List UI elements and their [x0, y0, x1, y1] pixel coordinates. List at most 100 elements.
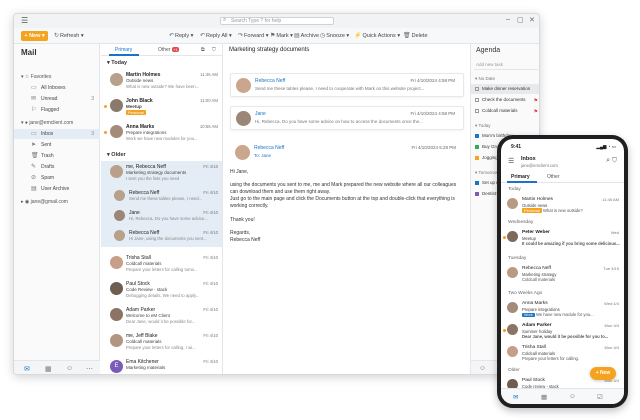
event-color-marker	[475, 192, 479, 196]
category-tag: Personal	[522, 208, 542, 213]
avatar	[507, 346, 518, 357]
thread-message-collapsed[interactable]: Jane Fri 4/10/2024 4:58 PM Hi, Rebecca, …	[230, 106, 464, 130]
task-checkbox[interactable]	[475, 87, 479, 91]
message-row[interactable]: Paul Stock Code Review - stack Debugging…	[101, 278, 222, 304]
hamburger-menu-icon[interactable]: ☰	[21, 16, 28, 25]
agenda-group-today: ▾ Today	[475, 123, 491, 128]
status-time: 9:41	[511, 144, 522, 150]
message-row[interactable]: Jane Hi, Rebecca, Do you have some advic…	[101, 207, 222, 227]
message-row[interactable]: E Ema Kitchener Marketing materials Fri …	[101, 356, 222, 374]
conversation-icon[interactable]: ⧉	[201, 47, 205, 53]
tab-primary[interactable]: Primary	[115, 47, 132, 53]
message-row[interactable]: Martin Holmes Outside news What is new o…	[101, 69, 222, 95]
list-tabs: Primary Other +1 ⧉ ⛉	[101, 44, 222, 56]
account-group-emclient[interactable]: ▾ ● jane@emclient.com	[21, 120, 73, 126]
avatar	[236, 78, 251, 93]
group-header: Wednesday	[508, 220, 534, 225]
nav-item-user-archive[interactable]: ▤ User Archive	[14, 184, 100, 194]
message-subject: Marketing strategy documents	[229, 47, 310, 53]
quick-actions-button[interactable]: ⚡Quick Actions ▾	[354, 32, 400, 39]
reply-button[interactable]: ↶Reply ▾	[169, 32, 193, 39]
reply-all-button[interactable]: ↶Reply All ▾	[200, 32, 232, 39]
snooze-button[interactable]: ◷Snooze ▾	[320, 32, 349, 39]
tab-other[interactable]: Other +1	[158, 47, 180, 53]
hamburger-menu-icon[interactable]: ☰	[508, 157, 514, 165]
nav-item-unread[interactable]: ✉ Unread 3	[14, 94, 100, 104]
calendar-module-icon[interactable]: ▦	[541, 393, 547, 401]
message-row[interactable]: Anna Marks Prepare integrations Work we …	[101, 121, 222, 147]
tab-primary[interactable]: Primary	[511, 174, 530, 180]
forward-button[interactable]: ↷Forward ▾	[238, 32, 269, 39]
contacts-module-icon[interactable]: ☺	[569, 393, 576, 400]
task-checkbox[interactable]	[475, 109, 479, 113]
favorites-group[interactable]: ▾ ☆ Favorites	[21, 74, 51, 80]
account-group-gmail[interactable]: ▸ ◉ jane@gmail.com	[21, 199, 68, 205]
calendar-module-icon[interactable]: ▦	[45, 365, 52, 373]
message-row[interactable]: Rebecca Neff Hi Jane, using the document…	[101, 227, 222, 247]
message-row[interactable]: Anna Marks Prepare integrations Work We …	[501, 300, 624, 321]
close-icon[interactable]: ✕	[529, 16, 535, 24]
mark-button[interactable]: ⚑Mark ▾	[270, 32, 293, 39]
nav-item-sent[interactable]: ➤ Sent	[14, 140, 100, 150]
more-icon[interactable]: ⋯	[86, 365, 93, 373]
thread-message-collapsed[interactable]: Rebecca Neff Fri 4/10/2024 4:58 PM Send …	[230, 73, 464, 97]
message-greeting: Hi Jane,	[230, 169, 249, 175]
message-row[interactable]: Trisha Stall Coldcall materials Prepare …	[101, 252, 222, 278]
avatar	[110, 256, 123, 269]
nav-item-flagged[interactable]: ⚐ Flagged	[14, 105, 100, 115]
trash-icon: 🗑	[31, 153, 39, 159]
avatar	[507, 267, 518, 278]
task-item[interactable]: Check the documents ⚑	[471, 95, 539, 105]
tab-other[interactable]: Other	[547, 174, 560, 180]
message-paragraph: Just go to the main page and click the D…	[230, 196, 455, 209]
maximize-icon[interactable]: ▢	[517, 16, 524, 24]
mail-module-icon[interactable]: ✉	[24, 365, 30, 373]
other-badge: +1	[171, 47, 180, 52]
message-row[interactable]: Rebecca Neff Marketing strategy Coldcall…	[501, 265, 624, 286]
message-row[interactable]: me, Jeff Blake Coldcall materials Prepar…	[101, 330, 222, 356]
avatar	[507, 324, 518, 335]
mail-module-icon[interactable]: ✉	[513, 393, 518, 401]
search-input[interactable]: ⌕ Search Type ? for help	[220, 17, 334, 25]
phone-search-filter-icons[interactable]: ⌕ ⛉	[606, 157, 617, 165]
event-color-marker	[475, 181, 479, 185]
message-row[interactable]: John Black Meetup Personal 11:00 AM	[101, 95, 222, 121]
avatar: E	[110, 360, 123, 373]
delete-button[interactable]: 🗑Delete	[403, 32, 428, 39]
contacts-icon[interactable]: ☺	[479, 365, 486, 372]
message-row-selected[interactable]: me, Rebecca Neff Marketing strategy docu…	[101, 161, 222, 187]
minimize-icon[interactable]: –	[506, 16, 510, 23]
message-row[interactable]: Adam Parker Summer holiday Dear Jane, wo…	[501, 322, 624, 343]
avatar	[114, 210, 125, 221]
archive-button[interactable]: ▤Archive	[294, 32, 319, 39]
avatar	[507, 231, 518, 242]
refresh-button[interactable]: ↻Refresh ▾	[54, 32, 84, 39]
message-row[interactable]: Adam Parker Welcome to eM Client Dear Ja…	[101, 304, 222, 330]
tasks-module-icon[interactable]: ☑	[597, 393, 603, 401]
new-task-input[interactable]: Add new task	[474, 60, 538, 70]
nav-item-inbox[interactable]: ▭ Inbox 3	[14, 129, 100, 139]
message-row[interactable]: Rebecca Neff Send me these tables please…	[101, 187, 222, 207]
task-checkbox[interactable]	[475, 98, 479, 102]
desktop-window: ☰ ⌕ Search Type ? for help – ▢ ✕ + New ▾…	[13, 13, 540, 375]
status-icons: ▂▄▆ ◔ ▭	[596, 144, 616, 149]
filter-icon[interactable]: ⛉	[212, 47, 216, 53]
message-row[interactable]: Peter Weber Meetup It could be amazing i…	[501, 229, 624, 250]
contacts-module-icon[interactable]: ☺	[66, 365, 73, 372]
message-row[interactable]: Trisha Stall Coldcall materials Prepare …	[501, 344, 624, 365]
flag-icon: ⚑	[533, 109, 538, 115]
new-message-button[interactable]: + New	[590, 367, 616, 380]
nav-item-drafts[interactable]: ✎ Drafts	[14, 162, 100, 172]
task-item[interactable]: Coldcall materials ⚑	[471, 106, 539, 116]
avatar	[110, 73, 123, 86]
nav-item-all-inboxes[interactable]: ▭ All Inboxes	[14, 83, 100, 93]
avatar	[110, 308, 123, 321]
nav-item-trash[interactable]: 🗑 Trash	[14, 151, 100, 161]
avatar	[110, 165, 123, 178]
message-row[interactable]: Martin Holmes Outside news Personal What…	[501, 196, 624, 217]
new-button[interactable]: + New ▾	[21, 31, 48, 41]
thread-message-expanded: Rebecca Neff Fri 4/10/2024 5:28 PM To: J…	[230, 141, 464, 165]
avatar	[110, 99, 123, 112]
nav-item-spam[interactable]: ⊘ Spam	[14, 173, 100, 183]
task-item[interactable]: Make dinner reservation	[471, 84, 539, 94]
